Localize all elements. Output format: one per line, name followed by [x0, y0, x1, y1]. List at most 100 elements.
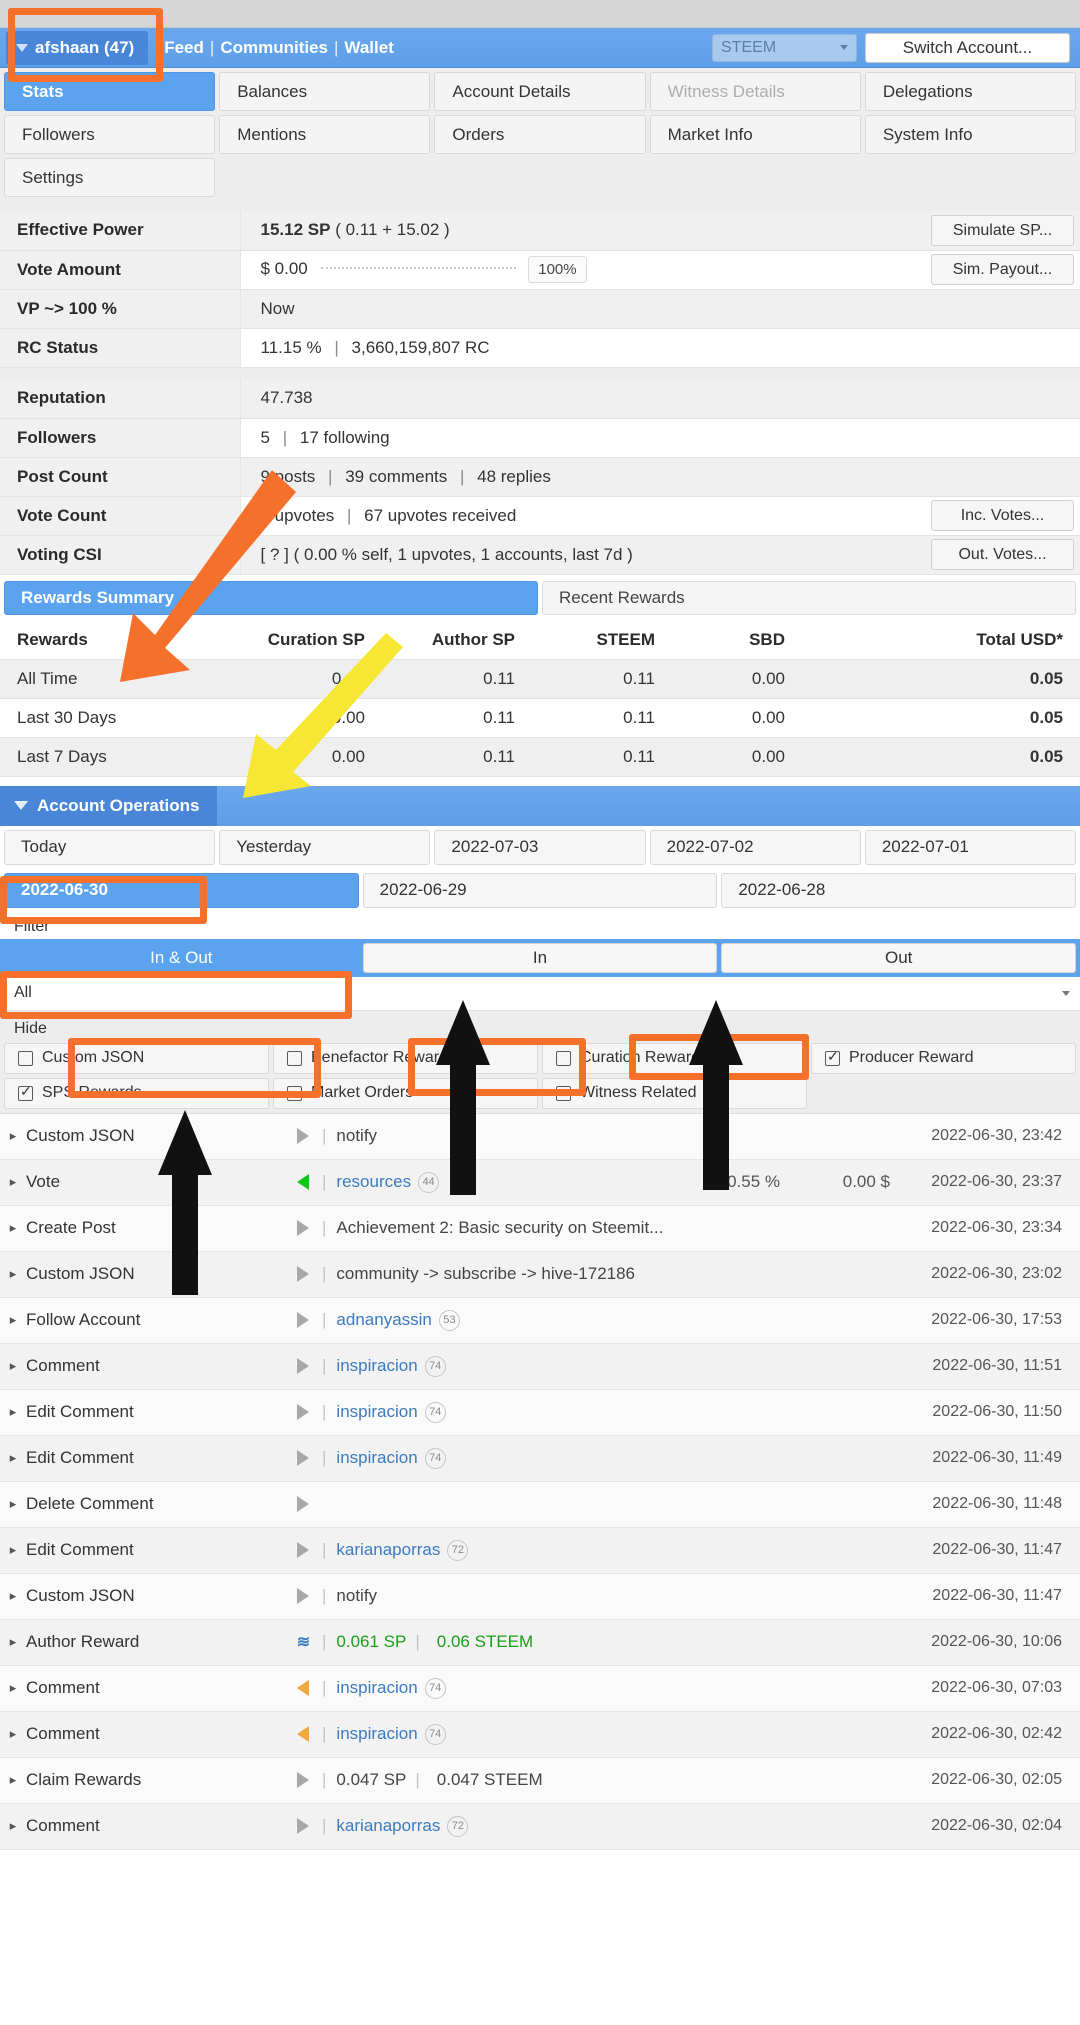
- operation-detail: inspiracion 74: [336, 1723, 680, 1745]
- expand-icon[interactable]: ▸: [0, 1588, 26, 1604]
- expand-icon[interactable]: ▸: [0, 1174, 26, 1190]
- label-effective-power: Effective Power: [0, 211, 241, 251]
- date-tab-2022-07-02[interactable]: 2022-07-02: [649, 829, 861, 865]
- checkbox-producer-reward[interactable]: Producer Reward: [811, 1042, 1076, 1074]
- vote-weight-slider[interactable]: [320, 266, 516, 269]
- account-link[interactable]: adnanyassin: [336, 1310, 431, 1330]
- expand-icon[interactable]: ▸: [0, 1450, 26, 1466]
- date-tab-2022-06-30[interactable]: 2022-06-30: [4, 872, 359, 908]
- checkbox-witness-related[interactable]: Witness Related: [542, 1077, 807, 1109]
- value-post-count: 9 posts | 39 comments | 48 replies: [240, 457, 1080, 497]
- checkbox-sps-rewards[interactable]: SPS Rewards: [4, 1077, 269, 1109]
- expand-icon[interactable]: ▸: [0, 1266, 26, 1282]
- operation-row[interactable]: ▸ Edit Comment | inspiracion 74 2022-06-…: [0, 1435, 1080, 1482]
- operation-row[interactable]: ▸ Custom JSON | notify 2022-06-30, 23:42: [0, 1113, 1080, 1160]
- tab-settings[interactable]: Settings: [4, 158, 216, 197]
- expand-icon[interactable]: ▸: [0, 1634, 26, 1650]
- date-tab-2022-06-28[interactable]: 2022-06-28: [721, 872, 1077, 908]
- tab-followers[interactable]: Followers: [4, 115, 216, 154]
- tab-system-info[interactable]: System Info: [864, 115, 1077, 154]
- filter-in-and-out[interactable]: In & Out: [4, 943, 359, 973]
- replies-count: 48 replies: [477, 466, 551, 486]
- nav-link-feed[interactable]: Feed: [164, 38, 204, 57]
- simulate-sp-button[interactable]: Simulate SP...: [931, 214, 1074, 246]
- expand-icon[interactable]: ▸: [0, 1358, 26, 1374]
- expand-icon[interactable]: ▸: [0, 1542, 26, 1558]
- operation-row[interactable]: ▸ Comment | inspiracion 74 2022-06-30, 1…: [0, 1343, 1080, 1390]
- out-votes-button[interactable]: Out. Votes...: [931, 539, 1074, 570]
- expand-icon[interactable]: ▸: [0, 1726, 26, 1742]
- account-link[interactable]: karianaporras: [336, 1540, 440, 1560]
- expand-icon[interactable]: ▸: [0, 1772, 26, 1788]
- account-link[interactable]: inspiracion: [336, 1448, 417, 1468]
- tab-account-details[interactable]: Account Details: [434, 72, 646, 111]
- operation-row[interactable]: ▸ Edit Comment | inspiracion 74 2022-06-…: [0, 1389, 1080, 1436]
- rc-percent: 11.15 %: [260, 337, 322, 357]
- account-link[interactable]: inspiracion: [336, 1402, 417, 1422]
- tab-rewards-summary[interactable]: Rewards Summary: [4, 580, 538, 615]
- checkbox-benefactor-rewards[interactable]: Benefactor Rewards: [273, 1042, 538, 1074]
- date-tab-today[interactable]: Today: [4, 829, 216, 865]
- author-sp-value: 0.11: [365, 698, 515, 738]
- operation-row[interactable]: ▸ Comment | inspiracion 74 2022-06-30, 0…: [0, 1665, 1080, 1712]
- row-post-count: Post Count 9 posts | 39 comments | 48 re…: [0, 457, 1080, 497]
- expand-icon[interactable]: ▸: [0, 1128, 26, 1144]
- operation-row[interactable]: ▸ Follow Account | adnanyassin 53 2022-0…: [0, 1297, 1080, 1344]
- date-tab-2022-06-29[interactable]: 2022-06-29: [362, 872, 718, 908]
- steem-value: 0.11: [515, 698, 655, 738]
- account-link[interactable]: inspiracion: [336, 1356, 417, 1376]
- expand-icon[interactable]: ▸: [0, 1496, 26, 1512]
- expand-icon[interactable]: ▸: [0, 1404, 26, 1420]
- tab-mentions[interactable]: Mentions: [219, 115, 431, 154]
- nav-link-wallet[interactable]: Wallet: [344, 38, 393, 57]
- operation-row[interactable]: ▸ Comment | inspiracion 74 2022-06-30, 0…: [0, 1711, 1080, 1758]
- checkbox-market-orders[interactable]: Market Orders: [273, 1077, 538, 1109]
- tab-recent-rewards[interactable]: Recent Rewards: [542, 580, 1076, 615]
- direction-icon: [286, 1312, 320, 1328]
- operation-row[interactable]: ▸ Claim Rewards | 0.047 SP | 0.047 STEEM…: [0, 1757, 1080, 1804]
- checkbox-curation-rewards[interactable]: Curation Rewards: [542, 1042, 807, 1074]
- operation-row[interactable]: ▸ Edit Comment | karianaporras 72 2022-0…: [0, 1527, 1080, 1574]
- total-usd-value: 0.05: [785, 659, 1080, 699]
- operation-detail: karianaporras 72: [336, 1539, 680, 1561]
- account-operations-toggle[interactable]: Account Operations: [0, 785, 218, 826]
- tab-orders[interactable]: Orders: [434, 115, 646, 154]
- account-link[interactable]: resources: [336, 1172, 411, 1192]
- expand-icon[interactable]: ▸: [0, 1818, 26, 1834]
- tab-placeholder-1: [219, 158, 430, 197]
- expand-icon[interactable]: ▸: [0, 1220, 26, 1236]
- inc-votes-button[interactable]: Inc. Votes...: [931, 500, 1074, 531]
- tab-balances[interactable]: Balances: [219, 72, 431, 111]
- checkbox-custom-json[interactable]: Custom JSON: [4, 1042, 269, 1074]
- date-tab-yesterday[interactable]: Yesterday: [219, 829, 431, 865]
- tab-stats[interactable]: Stats: [4, 72, 216, 111]
- tab-delegations[interactable]: Delegations: [864, 72, 1077, 111]
- all-dropdown[interactable]: All: [0, 976, 1080, 1011]
- operation-row[interactable]: ▸ Vote | resources 44 0.55 % 0.00 $ 2022…: [0, 1159, 1080, 1206]
- expand-icon[interactable]: ▸: [0, 1680, 26, 1696]
- account-operations-header[interactable]: Account Operations: [0, 785, 1080, 826]
- filter-out[interactable]: Out: [721, 942, 1077, 973]
- nav-link-communities[interactable]: Communities: [220, 38, 328, 57]
- operation-row[interactable]: ▸ Custom JSON | community -> subscribe -…: [0, 1251, 1080, 1298]
- tab-market-info[interactable]: Market Info: [649, 115, 861, 154]
- account-link[interactable]: inspiracion: [336, 1678, 417, 1698]
- operation-row[interactable]: ▸ Delete Comment | 2022-06-30, 11:48: [0, 1481, 1080, 1528]
- operation-row[interactable]: ▸ Author Reward ≋ | 0.061 SP | 0.06 STEE…: [0, 1619, 1080, 1666]
- date-tab-2022-07-03[interactable]: 2022-07-03: [434, 829, 646, 865]
- operation-row[interactable]: ▸ Custom JSON | notify 2022-06-30, 11:47: [0, 1573, 1080, 1620]
- operation-row[interactable]: ▸ Create Post | Achievement 2: Basic sec…: [0, 1205, 1080, 1252]
- account-menu-button[interactable]: afshaan (47): [6, 30, 149, 65]
- tab-witness-details[interactable]: Witness Details: [649, 72, 861, 111]
- reputation-badge: 74: [424, 1677, 446, 1699]
- filter-in[interactable]: In: [362, 942, 718, 973]
- expand-icon[interactable]: ▸: [0, 1312, 26, 1328]
- sim-payout-button[interactable]: Sim. Payout...: [931, 254, 1074, 285]
- switch-account-button[interactable]: Switch Account...: [865, 32, 1070, 63]
- date-tab-2022-07-01[interactable]: 2022-07-01: [864, 829, 1077, 865]
- operation-row[interactable]: ▸ Comment | karianaporras 72 2022-06-30,…: [0, 1803, 1080, 1850]
- account-link[interactable]: inspiracion: [336, 1724, 417, 1744]
- account-link[interactable]: karianaporras: [336, 1816, 440, 1836]
- token-select[interactable]: STEEM: [712, 33, 857, 62]
- reward-sp: 0.047 SP: [336, 1770, 407, 1789]
